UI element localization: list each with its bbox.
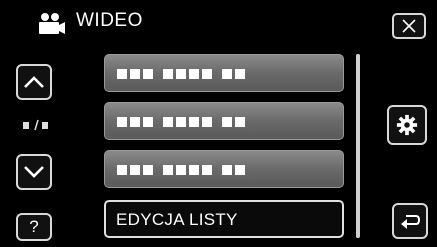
back-button[interactable] bbox=[392, 203, 428, 239]
garbled-text-blocks bbox=[117, 165, 245, 175]
scrollbar-thumb[interactable] bbox=[356, 54, 360, 238]
close-icon bbox=[402, 19, 416, 33]
settings-button[interactable] bbox=[387, 105, 427, 145]
menu-item-edit-list[interactable]: EDYCJA LISTY bbox=[104, 200, 344, 238]
garbled-text-blocks bbox=[117, 69, 245, 79]
header-bar: WIDEO bbox=[0, 0, 437, 40]
close-button[interactable] bbox=[392, 13, 426, 39]
menu-item-3[interactable] bbox=[104, 150, 344, 188]
menu-item-1[interactable] bbox=[104, 54, 344, 92]
page-title: WIDEO bbox=[76, 10, 143, 31]
menu-item-label: EDYCJA LISTY bbox=[116, 210, 238, 229]
garbled-text-blocks bbox=[117, 117, 245, 127]
scroll-down-button[interactable] bbox=[16, 154, 52, 190]
scroll-up-button[interactable] bbox=[16, 64, 52, 100]
video-camera-icon bbox=[39, 13, 65, 34]
menu-item-2[interactable] bbox=[104, 102, 344, 140]
chevron-up-icon bbox=[24, 76, 44, 88]
chevron-down-icon bbox=[24, 166, 44, 178]
return-icon bbox=[401, 215, 421, 229]
gear-icon bbox=[396, 114, 418, 136]
scrollbar[interactable] bbox=[356, 54, 360, 238]
help-button[interactable]: ? bbox=[16, 213, 52, 241]
page-indicator bbox=[23, 119, 48, 131]
help-label: ? bbox=[29, 217, 39, 236]
